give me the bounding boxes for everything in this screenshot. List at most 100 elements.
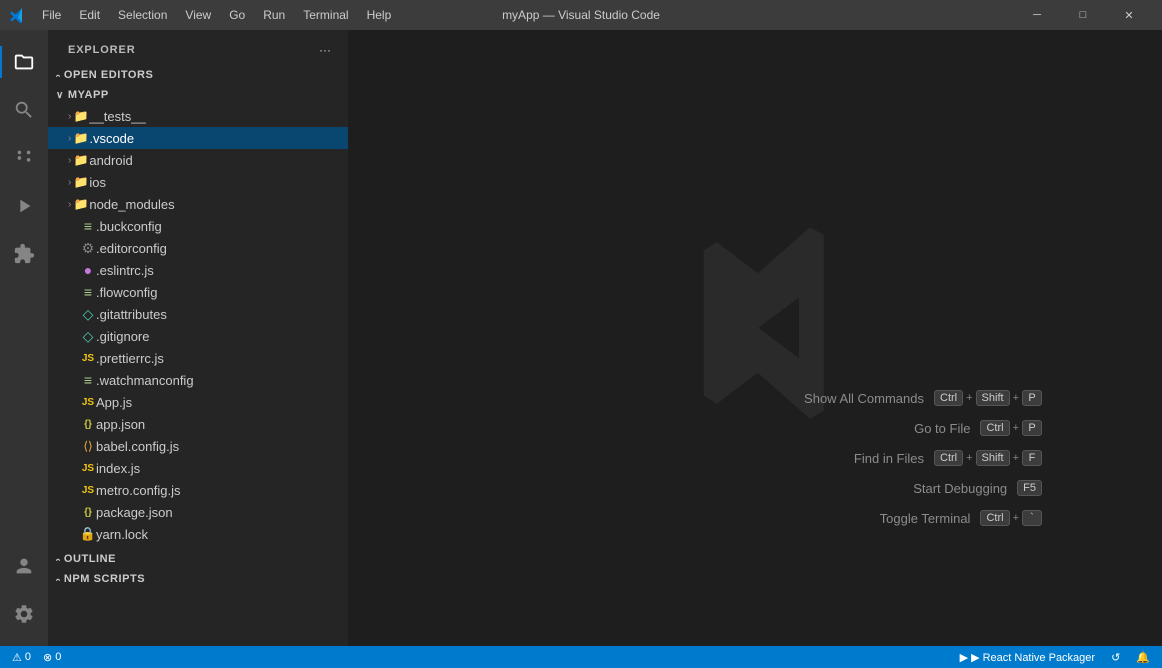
menu-run[interactable]: Run bbox=[255, 4, 293, 26]
status-bar-left: ⚠ 0 ⊗ 0 bbox=[8, 651, 65, 664]
flowconfig-label: .flowconfig bbox=[96, 285, 348, 300]
tests-chevron-icon: › bbox=[68, 111, 71, 122]
tree-item-gitignore[interactable]: ◇ .gitignore bbox=[48, 325, 348, 347]
key-backtick: ` bbox=[1022, 510, 1042, 526]
minimize-button[interactable]: ─ bbox=[1014, 0, 1060, 30]
tree-item-gitattributes[interactable]: ◇ .gitattributes bbox=[48, 303, 348, 325]
title-bar: File Edit Selection View Go Run Terminal… bbox=[0, 0, 1162, 30]
tests-label: __tests__ bbox=[89, 109, 348, 124]
tree-item-node-modules[interactable]: › 📁 node_modules bbox=[48, 193, 348, 215]
appjs-icon: JS bbox=[80, 394, 96, 410]
activity-bar bbox=[0, 30, 48, 646]
android-label: android bbox=[89, 153, 348, 168]
shortcut-find-in-files: Find in Files Ctrl + Shift + F bbox=[804, 450, 1042, 466]
open-editors-section[interactable]: › OPEN EDITORS bbox=[48, 65, 348, 85]
refresh-status[interactable]: ↺ bbox=[1107, 651, 1124, 664]
account-activity-icon[interactable] bbox=[0, 542, 48, 590]
watchmanconfig-icon: ≡ bbox=[80, 372, 96, 388]
tree-item-flowconfig[interactable]: ≡ .flowconfig bbox=[48, 281, 348, 303]
tree-item-babelconfig[interactable]: ⟨⟩ babel.config.js bbox=[48, 435, 348, 457]
start-debugging-keys: F5 bbox=[1017, 480, 1042, 496]
tree-item-eslintrc[interactable]: ● .eslintrc.js bbox=[48, 259, 348, 281]
go-to-file-keys: Ctrl + P bbox=[980, 420, 1042, 436]
go-to-file-label: Go to File bbox=[914, 421, 970, 436]
tree-item-tests[interactable]: › 📁 __tests__ bbox=[48, 105, 348, 127]
activity-bar-bottom bbox=[0, 542, 48, 638]
key-f-1: F bbox=[1022, 450, 1042, 466]
eslintrc-icon: ● bbox=[80, 262, 96, 278]
shortcut-show-commands: Show All Commands Ctrl + Shift + P bbox=[804, 390, 1042, 406]
babelconfig-icon: ⟨⟩ bbox=[80, 438, 96, 454]
buckconfig-label: .buckconfig bbox=[96, 219, 348, 234]
babelconfig-label: babel.config.js bbox=[96, 439, 348, 454]
explorer-activity-icon[interactable] bbox=[0, 38, 48, 86]
key-ctrl-1: Ctrl bbox=[934, 390, 963, 406]
key-shift-2: Shift bbox=[976, 450, 1010, 466]
npm-scripts-label: NPM SCRIPTS bbox=[64, 573, 145, 585]
tree-item-indexjs[interactable]: JS index.js bbox=[48, 457, 348, 479]
extensions-activity-icon[interactable] bbox=[0, 230, 48, 278]
key-f5: F5 bbox=[1017, 480, 1042, 496]
tests-folder-icon: 📁 bbox=[73, 108, 89, 124]
rn-packager-label: ▶ React Native Packager bbox=[971, 651, 1095, 664]
menu-selection[interactable]: Selection bbox=[110, 4, 175, 26]
indexjs-label: index.js bbox=[96, 461, 348, 476]
tree-item-ios[interactable]: › 📁 ios bbox=[48, 171, 348, 193]
status-bar-right: ▶ ▶ React Native Packager ↺ 🔔 bbox=[956, 651, 1154, 664]
key-ctrl-3: Ctrl bbox=[934, 450, 963, 466]
title-bar-left: File Edit Selection View Go Run Terminal… bbox=[10, 4, 399, 26]
packagejson-icon: {} bbox=[80, 504, 96, 520]
tree-item-appjs[interactable]: JS App.js bbox=[48, 391, 348, 413]
plus-icon-6: + bbox=[1013, 512, 1019, 524]
tree-item-prettierrc[interactable]: JS .prettierrc.js bbox=[48, 347, 348, 369]
npm-scripts-chevron-icon: › bbox=[52, 577, 63, 581]
tree-item-editorconfig[interactable]: ⚙ .editorconfig bbox=[48, 237, 348, 259]
indexjs-icon: JS bbox=[80, 460, 96, 476]
node-modules-label: node_modules bbox=[89, 197, 348, 212]
tree-item-metroconfig[interactable]: JS metro.config.js bbox=[48, 479, 348, 501]
menu-view[interactable]: View bbox=[177, 4, 219, 26]
search-activity-icon[interactable] bbox=[0, 86, 48, 134]
sidebar-more-button[interactable]: ··· bbox=[314, 39, 336, 61]
npm-scripts-section[interactable]: › NPM SCRIPTS bbox=[48, 569, 348, 589]
errors-status[interactable]: ⊗ 0 bbox=[39, 651, 65, 664]
menu-terminal[interactable]: Terminal bbox=[295, 4, 356, 26]
settings-activity-icon[interactable] bbox=[0, 590, 48, 638]
run-activity-icon[interactable] bbox=[0, 182, 48, 230]
outline-section[interactable]: › OUTLINE bbox=[48, 549, 348, 569]
window-controls: ─ □ ✕ bbox=[1014, 0, 1152, 30]
editor-area: Show All Commands Ctrl + Shift + P Go to… bbox=[348, 30, 1162, 646]
close-button[interactable]: ✕ bbox=[1106, 0, 1152, 30]
notifications-status[interactable]: 🔔 bbox=[1132, 651, 1154, 664]
tree-item-yarnlock[interactable]: 🔒 yarn.lock bbox=[48, 523, 348, 545]
source-control-activity-icon[interactable] bbox=[0, 134, 48, 182]
buckconfig-icon: ≡ bbox=[80, 218, 96, 234]
menu-file[interactable]: File bbox=[34, 4, 69, 26]
tree-item-android[interactable]: › 📁 android bbox=[48, 149, 348, 171]
open-editors-chevron-icon: › bbox=[52, 73, 63, 77]
plus-icon-4: + bbox=[966, 452, 972, 464]
maximize-button[interactable]: □ bbox=[1060, 0, 1106, 30]
menu-go[interactable]: Go bbox=[221, 4, 253, 26]
myapp-section[interactable]: ∨ MYAPP bbox=[48, 85, 348, 105]
menu-help[interactable]: Help bbox=[359, 4, 400, 26]
sidebar-title: Explorer bbox=[68, 44, 136, 56]
tree-item-buckconfig[interactable]: ≡ .buckconfig bbox=[48, 215, 348, 237]
toggle-terminal-keys: Ctrl + ` bbox=[980, 510, 1042, 526]
rn-packager-status[interactable]: ▶ ▶ React Native Packager bbox=[956, 651, 1099, 664]
tree-item-appjson[interactable]: {} app.json bbox=[48, 413, 348, 435]
outline-chevron-icon: › bbox=[52, 557, 63, 561]
menu-edit[interactable]: Edit bbox=[71, 4, 108, 26]
appjs-label: App.js bbox=[96, 395, 348, 410]
android-chevron-icon: › bbox=[68, 155, 71, 166]
vscode-label: .vscode bbox=[89, 131, 348, 146]
tree-item-watchmanconfig[interactable]: ≡ .watchmanconfig bbox=[48, 369, 348, 391]
myapp-label: MYAPP bbox=[68, 89, 109, 101]
shortcut-start-debugging: Start Debugging F5 bbox=[804, 480, 1042, 496]
warnings-status[interactable]: ⚠ 0 bbox=[8, 651, 35, 664]
tree-item-packagejson[interactable]: {} package.json bbox=[48, 501, 348, 523]
sidebar: Explorer ··· › OPEN EDITORS ∨ MYAPP › 📁 … bbox=[48, 30, 348, 646]
watchmanconfig-label: .watchmanconfig bbox=[96, 373, 348, 388]
ios-folder-icon: 📁 bbox=[73, 174, 89, 190]
tree-item-vscode[interactable]: › 📁 .vscode bbox=[48, 127, 348, 149]
